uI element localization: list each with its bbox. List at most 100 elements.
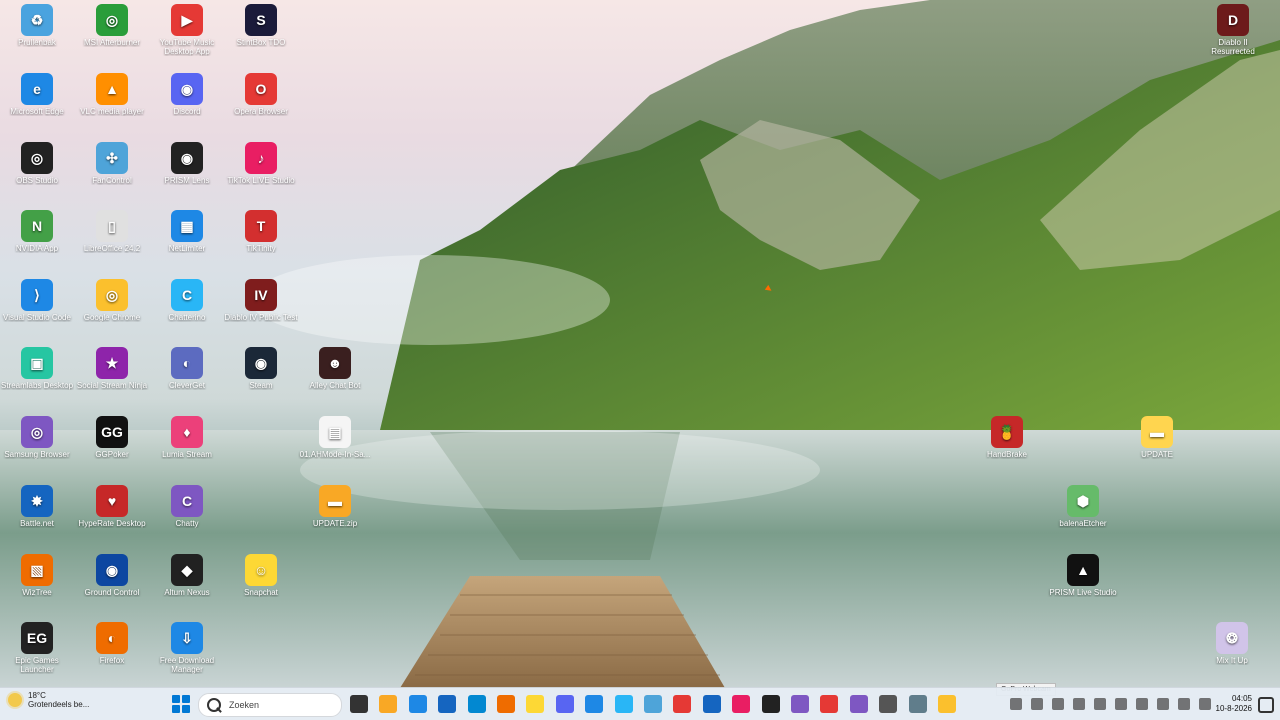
desktop-icon-hyperate-desktop[interactable]: ♥ HypeRate Desktop xyxy=(75,481,149,545)
desktop-icon-nvidia-app[interactable]: N NVIDIA App xyxy=(0,206,74,270)
desktop-icon-altum-nexus[interactable]: ◆ Altum Nexus xyxy=(150,550,224,614)
desktop-icon-mix-it-up[interactable]: ❂ Mix It Up xyxy=(1195,618,1269,682)
desktop-icon-opera-browser[interactable]: O Opera Browser xyxy=(224,69,298,133)
desktop-icon-diablo-iv-public-test[interactable]: IV Diablo IV Public Test xyxy=(224,275,298,339)
tray-app-icon[interactable] xyxy=(1136,698,1148,710)
desktop-icon-social-stream-ninja[interactable]: ★ Social Stream Ninja xyxy=(75,343,149,407)
desktop-icon-label: FanControl xyxy=(92,176,132,185)
desktop-icon-google-chrome[interactable]: ◎ Google Chrome xyxy=(75,275,149,339)
desktop-icon-msi-afterburner[interactable]: ◎ MSI Afterburner xyxy=(75,0,149,64)
taskbar-fan-control-icon[interactable] xyxy=(644,695,662,713)
taskbar-netlimiter-icon[interactable] xyxy=(585,695,604,713)
desktop-icon-samsung-browser[interactable]: ◎ Samsung Browser xyxy=(0,412,74,476)
start-button[interactable] xyxy=(172,695,190,713)
desktop-icon-label: OBS Studio xyxy=(16,176,58,185)
taskbar-settings-icon[interactable] xyxy=(908,695,927,713)
battery-icon[interactable] xyxy=(1199,698,1211,710)
desktop-icon-tiktinity[interactable]: T TikTinity xyxy=(224,206,298,270)
desktop-icon-fancontrol[interactable]: ✣ FanControl xyxy=(75,138,149,202)
weather-temp: 18°C xyxy=(28,691,46,700)
desktop-icon-update-zip[interactable]: ▬ UPDATE.zip xyxy=(298,481,372,545)
desktop-icon-label: Samsung Browser xyxy=(4,450,70,459)
wifi-icon[interactable] xyxy=(1157,698,1169,710)
notification-icon[interactable] xyxy=(1258,697,1274,713)
taskbar-word-app-icon[interactable] xyxy=(702,695,721,713)
desktop-icon-cleverget[interactable]: ◐ CleverGet xyxy=(150,343,224,407)
taskbar-snapchat-icon[interactable] xyxy=(526,695,545,713)
desktop-icon-battle-net[interactable]: ✸ Battle.net xyxy=(0,481,74,545)
google-chrome-icon: ◎ xyxy=(96,279,128,311)
desktop-icon-alley-chat-bot[interactable]: ☻ Alley Chat Bot xyxy=(298,343,372,407)
chatty-icon: C xyxy=(171,485,203,517)
desktop-icon-firefox[interactable]: ◐ Firefox xyxy=(75,618,149,682)
social-stream-ninja-icon: ★ xyxy=(96,347,128,379)
taskbar-firefox-icon[interactable] xyxy=(497,695,515,713)
desktop-icon-epic-games-launcher[interactable]: EG Epic Games Launcher xyxy=(0,618,74,682)
weather-widget[interactable]: 18°C Grotendeels be... xyxy=(8,691,89,709)
desktop-icon-lumia-stream[interactable]: ♦ Lumia Stream xyxy=(150,412,224,476)
taskbar-edge-icon[interactable] xyxy=(408,695,427,713)
desktop-icon-microsoft-edge[interactable]: e Microsoft Edge xyxy=(0,69,74,133)
firefox-icon: ◐ xyxy=(96,622,128,654)
tray-app-icon[interactable] xyxy=(1094,698,1106,710)
taskbar-visual-studio-icon[interactable] xyxy=(791,695,809,713)
search-box[interactable]: Zoeken xyxy=(198,693,342,717)
taskbar-chrome-icon[interactable] xyxy=(938,695,956,713)
desktop-icon-diablo-ii-resurrected[interactable]: D Diablo II Resurrected xyxy=(1196,0,1270,64)
desktop-icon-label: Snapchat xyxy=(244,588,278,597)
desktop-icon-balenaetcher[interactable]: ⬢ balenaEtcher xyxy=(1046,481,1120,545)
tray-app-icon[interactable] xyxy=(1031,698,1043,710)
taskbar-tiktok-live-icon[interactable] xyxy=(732,695,751,713)
desktop-icon-discord[interactable]: ◉ Discord xyxy=(150,69,224,133)
volume-icon[interactable] xyxy=(1178,698,1190,710)
desktop-icon-wiztree[interactable]: ▧ WizTree xyxy=(0,550,74,614)
chevron-up-icon[interactable] xyxy=(1010,698,1022,710)
desktop-icon-steam[interactable]: ◉ Steam xyxy=(224,343,298,407)
desktop-icon-handbrake[interactable]: 🍍 HandBrake xyxy=(970,412,1044,476)
desktop-icon-label: Streamlabs Desktop xyxy=(0,381,74,390)
tray-app-icon[interactable] xyxy=(1052,698,1064,710)
desktop-icon-ggpoker[interactable]: GG GGPoker xyxy=(75,412,149,476)
desktop-icon-snapchat[interactable]: ☺ Snapchat xyxy=(224,550,298,614)
ggpoker-icon: GG xyxy=(96,416,128,448)
desktop-icon-libreoffice-24-2[interactable]: ▯ LibreOffice 24.2 xyxy=(75,206,149,270)
taskbar-youtube-music-icon[interactable] xyxy=(820,695,839,713)
taskbar-discord-icon[interactable] xyxy=(555,695,574,713)
desktop-icon-youtube-music-desktop-app[interactable]: ▶ YouTube Music Desktop App xyxy=(150,0,224,64)
desktop-icon-prism-lens[interactable]: ◉ PRISM Lens xyxy=(150,138,224,202)
desktop-icon-prullenbak[interactable]: ♻ Prullenbak xyxy=(0,0,74,64)
taskbar-app-generic-icon[interactable] xyxy=(879,695,898,713)
desktop-icon-visual-studio-code[interactable]: ⟩ Visual Studio Code xyxy=(0,275,74,339)
tray-app-icon[interactable] xyxy=(1073,698,1085,710)
taskbar-opera-icon[interactable] xyxy=(673,695,692,713)
desktop-icon-update[interactable]: ▬ UPDATE xyxy=(1120,412,1194,476)
taskbar-file-explorer-icon[interactable] xyxy=(379,695,398,713)
desktop-icon-label: Chatterino xyxy=(168,313,206,322)
desktop-icon-streamlabs-desktop[interactable]: ▣ Streamlabs Desktop xyxy=(0,343,74,407)
taskbar-task-view-icon[interactable] xyxy=(350,695,368,713)
tray-app-icon[interactable] xyxy=(1115,698,1127,710)
tiktinity-icon: T xyxy=(245,210,277,242)
desktop-icon-free-download-manager[interactable]: ⇩ Free Download Manager xyxy=(150,618,224,682)
desktop-icon-label: Diablo II Resurrected xyxy=(1211,38,1255,56)
taskbar-calculator-icon[interactable] xyxy=(438,695,457,713)
desktop-icon-ground-control[interactable]: ◉ Ground Control xyxy=(75,550,149,614)
desktop-icon-label: Social Stream Ninja xyxy=(76,381,148,390)
desktop-icon-vlc-media-player[interactable]: ▲ VLC media player xyxy=(75,69,149,133)
taskbar-outlook-icon[interactable] xyxy=(467,695,486,713)
taskbar-obs-icon[interactable] xyxy=(761,695,780,713)
desktop-icon-netlimiter[interactable]: ▦ NetLimiter xyxy=(150,206,224,270)
desktop-icon-chatty[interactable]: C Chatty xyxy=(150,481,224,545)
tiktok-live-studio-icon: ♪ xyxy=(245,142,277,174)
desktop-icon-stintbox-tdo[interactable]: S StintBox TDO xyxy=(224,0,298,64)
taskbar-chatterino-icon[interactable] xyxy=(614,695,633,713)
desktop-icon-tiktok-live-studio[interactable]: ♪ TikTok LIVE Studio xyxy=(224,138,298,202)
system-clock[interactable]: 04:05 10-8-2026 xyxy=(1216,694,1252,714)
desktop-icon-chatterino[interactable]: C Chatterino xyxy=(150,275,224,339)
taskbar-chatty-icon[interactable] xyxy=(849,695,868,713)
prism-live-studio-icon: ▲ xyxy=(1067,554,1099,586)
desktop-icon-01-ahmode-in-sa[interactable]: ▤ 01.AHMode-In-Sa... xyxy=(298,412,372,476)
desktop-icon-prism-live-studio[interactable]: ▲ PRISM Live Studio xyxy=(1046,550,1120,614)
desktop-icon-obs-studio[interactable]: ◎ OBS Studio xyxy=(0,138,74,202)
desktop-icon-label: 01.AHMode-In-Sa... xyxy=(299,450,371,459)
